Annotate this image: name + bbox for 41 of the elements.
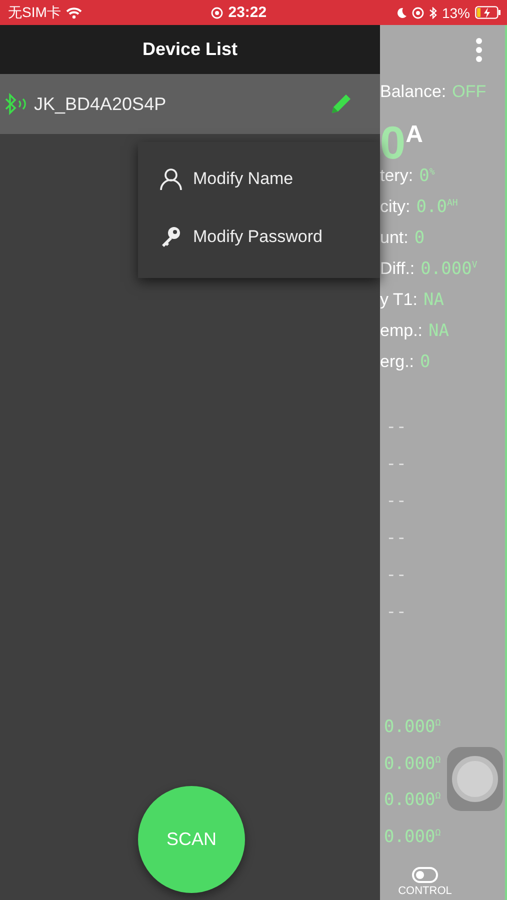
floating-button[interactable] (447, 747, 503, 811)
cell-voltage: -- (386, 602, 408, 624)
resistance-value: 0.000$^{Ω}$ (384, 826, 441, 848)
battery-charging-icon (474, 6, 501, 19)
resistance-value: 0.000$^{Ω}$ (384, 717, 441, 739)
bluetooth-icon (428, 6, 437, 18)
clock: 23:22 (228, 4, 267, 21)
cell-voltage: -- (386, 417, 408, 439)
stat-value: 0 (420, 352, 430, 372)
stat-value: NA (423, 290, 444, 310)
stat-value: 0.000$^{V}$ (420, 258, 478, 278)
stat-label: emp.: (380, 320, 423, 340)
menu-item[interactable]: Modify Name (138, 150, 380, 208)
stat-value: 0$^{%}$ (419, 166, 435, 186)
wifi-icon (66, 6, 82, 18)
balance-label: Balance: (380, 82, 446, 102)
device-item[interactable]: JK_BD4A20S4P (0, 74, 380, 134)
cell-voltage: -- (386, 491, 408, 513)
stat-value: NA (428, 320, 450, 340)
stat-label: tery: (380, 166, 414, 186)
stat-label: y T1: (380, 290, 418, 310)
stat-label: unt: (380, 228, 408, 248)
more-icon[interactable] (475, 36, 483, 62)
cell-voltage: -- (386, 454, 408, 476)
cell-voltage: -- (386, 528, 408, 550)
cell-voltage: -- (386, 565, 408, 587)
menu-item[interactable]: Modify Password (138, 208, 380, 266)
balance-value: OFF (452, 82, 486, 102)
drawer-title: Device List (142, 39, 238, 60)
carrier-label: 无SIM卡 (8, 4, 61, 22)
resistance-value: 0.000$^{Ω}$ (384, 754, 441, 776)
current-value: 0$^{A}$ (380, 115, 423, 160)
stat-label: Diff.: (380, 258, 415, 278)
resistance-value: 0.000$^{Ω}$ (384, 790, 441, 812)
stat-label: city: (380, 196, 410, 216)
stat-label: erg.: (380, 352, 414, 372)
battery-percent: 13% (442, 4, 470, 20)
stat-value: 0.0$^{AH}$ (416, 196, 458, 216)
stat-value: 0 (414, 228, 425, 248)
person-icon (159, 167, 183, 191)
moon-icon (396, 6, 407, 18)
